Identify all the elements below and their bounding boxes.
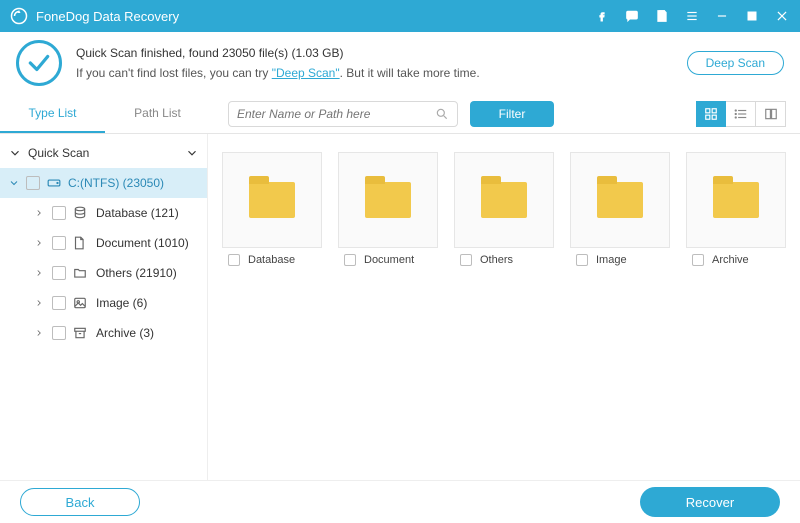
search-icon bbox=[435, 107, 449, 121]
checkbox[interactable] bbox=[52, 266, 66, 280]
document-icon bbox=[72, 236, 90, 250]
sidebar-tree: Quick Scan C:(NTFS) (23050) Database (12… bbox=[0, 134, 208, 480]
maximize-icon[interactable] bbox=[744, 8, 760, 24]
titlebar-actions bbox=[594, 8, 790, 24]
folder-label: Document bbox=[364, 254, 414, 266]
app-title: FoneDog Data Recovery bbox=[36, 9, 594, 24]
folder-thumb[interactable] bbox=[338, 152, 438, 248]
view-grid-button[interactable] bbox=[696, 101, 726, 127]
sidebar-tabs: Type List Path List bbox=[0, 94, 210, 133]
view-columns-button[interactable] bbox=[756, 101, 786, 127]
folder-item[interactable]: Database bbox=[222, 152, 322, 266]
tree-drive-c[interactable]: C:(NTFS) (23050) bbox=[0, 168, 207, 198]
folder-icon bbox=[597, 182, 643, 218]
folder-thumb[interactable] bbox=[570, 152, 670, 248]
footer: Back Recover bbox=[0, 480, 800, 523]
database-icon bbox=[72, 206, 90, 220]
tree-cat-label: Others (21910) bbox=[96, 266, 177, 280]
chevron-down-icon bbox=[8, 177, 26, 189]
close-icon[interactable] bbox=[774, 8, 790, 24]
menu-icon[interactable] bbox=[684, 8, 700, 24]
checkbox[interactable] bbox=[52, 326, 66, 340]
tree-cat-image[interactable]: Image (6) bbox=[0, 288, 207, 318]
status-strip: Quick Scan finished, found 23050 file(s)… bbox=[0, 32, 800, 94]
tree-cat-document[interactable]: Document (1010) bbox=[0, 228, 207, 258]
folder-icon bbox=[249, 182, 295, 218]
folder-thumb[interactable] bbox=[222, 152, 322, 248]
tree-root-quick-scan[interactable]: Quick Scan bbox=[0, 138, 207, 168]
chevron-right-icon bbox=[34, 238, 52, 248]
tree-root-label: Quick Scan bbox=[28, 146, 89, 160]
folder-label: Image bbox=[596, 254, 627, 266]
status-line2: If you can't find lost files, you can tr… bbox=[76, 63, 687, 83]
folder-label: Archive bbox=[712, 254, 749, 266]
checkbox[interactable] bbox=[52, 236, 66, 250]
status-line1: Quick Scan finished, found 23050 file(s)… bbox=[76, 43, 687, 63]
feedback-icon[interactable] bbox=[624, 8, 640, 24]
facebook-icon[interactable] bbox=[594, 8, 610, 24]
tree-drive-label: C:(NTFS) (23050) bbox=[68, 176, 164, 190]
hdd-icon bbox=[46, 176, 62, 190]
folder-label: Database bbox=[248, 254, 295, 266]
checkbox[interactable] bbox=[692, 254, 704, 266]
chevron-right-icon bbox=[34, 208, 52, 218]
checkbox[interactable] bbox=[52, 296, 66, 310]
view-mode-buttons bbox=[696, 101, 786, 127]
status-line2-pre: If you can't find lost files, you can tr… bbox=[76, 66, 272, 80]
folder-icon bbox=[72, 266, 90, 280]
save-icon[interactable] bbox=[654, 8, 670, 24]
folder-item[interactable]: Image bbox=[570, 152, 670, 266]
folder-item[interactable]: Others bbox=[454, 152, 554, 266]
folder-thumb[interactable] bbox=[686, 152, 786, 248]
image-icon bbox=[72, 296, 90, 310]
tab-path-list[interactable]: Path List bbox=[105, 94, 210, 133]
checkbox[interactable] bbox=[576, 254, 588, 266]
folder-item[interactable]: Document bbox=[338, 152, 438, 266]
folder-item[interactable]: Archive bbox=[686, 152, 786, 266]
back-button[interactable]: Back bbox=[20, 488, 140, 516]
checkbox[interactable] bbox=[228, 254, 240, 266]
folder-grid: Database Document Others Image Archive bbox=[208, 134, 800, 480]
tab-type-list[interactable]: Type List bbox=[0, 94, 105, 133]
view-list-button[interactable] bbox=[726, 101, 756, 127]
app-logo bbox=[10, 7, 28, 25]
status-line2-post: . But it will take more time. bbox=[340, 66, 480, 80]
checkbox[interactable] bbox=[52, 206, 66, 220]
folder-thumb[interactable] bbox=[454, 152, 554, 248]
main-area: Quick Scan C:(NTFS) (23050) Database (12… bbox=[0, 134, 800, 480]
folder-label: Others bbox=[480, 254, 513, 266]
tree-cat-database[interactable]: Database (121) bbox=[0, 198, 207, 228]
search-input[interactable] bbox=[237, 107, 435, 121]
tree-cat-label: Archive (3) bbox=[96, 326, 154, 340]
folder-icon bbox=[481, 182, 527, 218]
chevron-down-icon bbox=[8, 146, 22, 160]
search-box[interactable] bbox=[228, 101, 458, 127]
status-text: Quick Scan finished, found 23050 file(s)… bbox=[76, 43, 687, 84]
checkmark-icon bbox=[16, 40, 62, 86]
tree-cat-label: Document (1010) bbox=[96, 236, 189, 250]
chevron-right-icon bbox=[34, 328, 52, 338]
tree-cat-label: Image (6) bbox=[96, 296, 147, 310]
tree-cat-label: Database (121) bbox=[96, 206, 179, 220]
deep-scan-button[interactable]: Deep Scan bbox=[687, 51, 784, 75]
chevron-right-icon bbox=[34, 268, 52, 278]
chevron-down-icon bbox=[185, 146, 199, 160]
archive-icon bbox=[72, 326, 90, 340]
folder-icon bbox=[365, 182, 411, 218]
deep-scan-link[interactable]: "Deep Scan" bbox=[272, 66, 340, 80]
checkbox[interactable] bbox=[344, 254, 356, 266]
chevron-right-icon bbox=[34, 298, 52, 308]
checkbox[interactable] bbox=[460, 254, 472, 266]
recover-button[interactable]: Recover bbox=[640, 487, 780, 517]
folder-icon bbox=[713, 182, 759, 218]
titlebar: FoneDog Data Recovery bbox=[0, 0, 800, 32]
tree-cat-archive[interactable]: Archive (3) bbox=[0, 318, 207, 348]
checkbox[interactable] bbox=[26, 176, 40, 190]
minimize-icon[interactable] bbox=[714, 8, 730, 24]
toolbar: Type List Path List Filter bbox=[0, 94, 800, 134]
filter-button[interactable]: Filter bbox=[470, 101, 554, 127]
tree-cat-others[interactable]: Others (21910) bbox=[0, 258, 207, 288]
